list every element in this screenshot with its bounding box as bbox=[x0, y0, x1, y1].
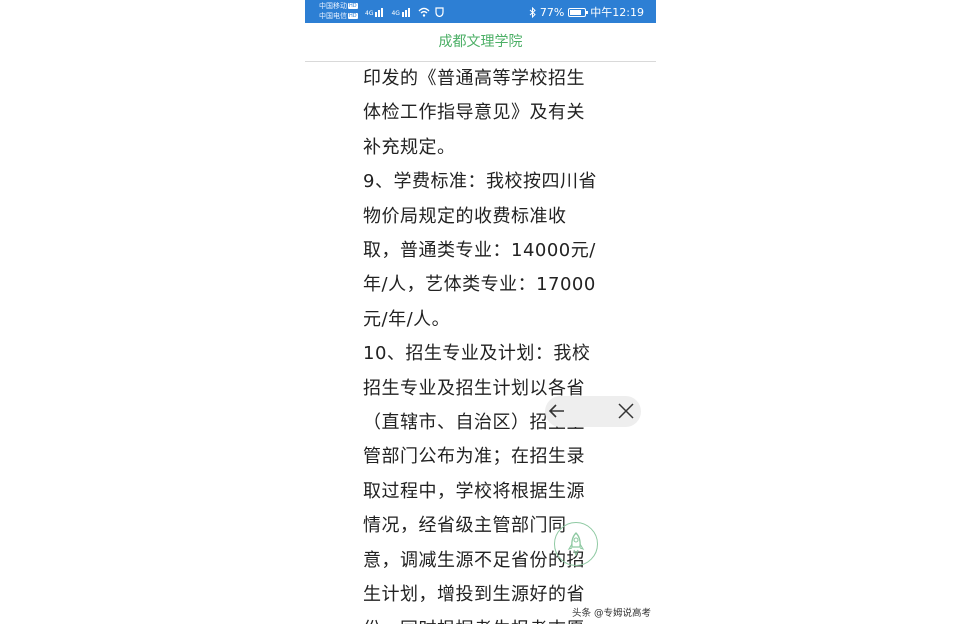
status-right: 77% 中午12:19 bbox=[529, 4, 644, 20]
text-line: 印发的《普通高等学校招生 bbox=[363, 68, 585, 89]
carrier-2: 中国电信 bbox=[319, 12, 347, 20]
signal-icon-1: 4G bbox=[365, 8, 386, 17]
hd-badge-1: HD bbox=[348, 3, 358, 9]
wifi-icon bbox=[418, 7, 430, 17]
battery-percent: 77% bbox=[539, 5, 565, 19]
battery-fill bbox=[570, 9, 582, 15]
status-bar: 中国移动 HD 中国电信 HD 4G 4G 77% 中午12:19 bbox=[305, 0, 656, 23]
shield-icon bbox=[435, 7, 444, 17]
page-title: 成都文理学院 bbox=[438, 34, 523, 50]
battery-icon bbox=[568, 7, 589, 17]
text-line: 取，普通类专业：14000元/ bbox=[363, 240, 596, 262]
signal-group: 4G 4G bbox=[365, 5, 444, 17]
carrier-1: 中国移动 bbox=[319, 2, 347, 10]
text-line: 取过程中，学校将根据生源 bbox=[363, 480, 585, 502]
text-line: 体检工作指导意见》及有关 bbox=[363, 102, 585, 124]
title-bar: 成都文理学院 bbox=[305, 23, 656, 62]
arrow-left-icon[interactable] bbox=[547, 401, 567, 421]
watermark: 头条 @专姆说高考 bbox=[572, 608, 652, 619]
rocket-button[interactable] bbox=[554, 522, 598, 566]
text-line: 9、学费标准：我校按四川省 bbox=[363, 171, 597, 193]
signal-icon-2: 4G bbox=[391, 8, 412, 17]
clock: 中午12:19 bbox=[590, 6, 644, 19]
text-line: 补充规定。 bbox=[363, 136, 456, 158]
text-line: 年/人，艺体类专业：17000 bbox=[363, 274, 596, 296]
phone-screen: 中国移动HD 中国电信HD 4G 4G 77% 中午12:19 成都文理学院 bbox=[305, 0, 656, 624]
close-icon[interactable] bbox=[617, 402, 635, 420]
bluetooth-icon bbox=[529, 6, 536, 18]
hd-badge-2: HD bbox=[348, 13, 358, 19]
text-line: 元/年/人。 bbox=[363, 308, 451, 330]
rocket-icon bbox=[567, 532, 585, 556]
text-line: 管部门公布为准；在招生录 bbox=[363, 446, 585, 468]
text-line: 10、招生专业及计划：我校 bbox=[363, 343, 591, 365]
floating-nav-bar bbox=[545, 396, 641, 427]
carrier-info: 中国移动 HD 中国电信 HD bbox=[319, 1, 358, 21]
text-line: 物价局规定的收费标准收 bbox=[363, 205, 567, 227]
